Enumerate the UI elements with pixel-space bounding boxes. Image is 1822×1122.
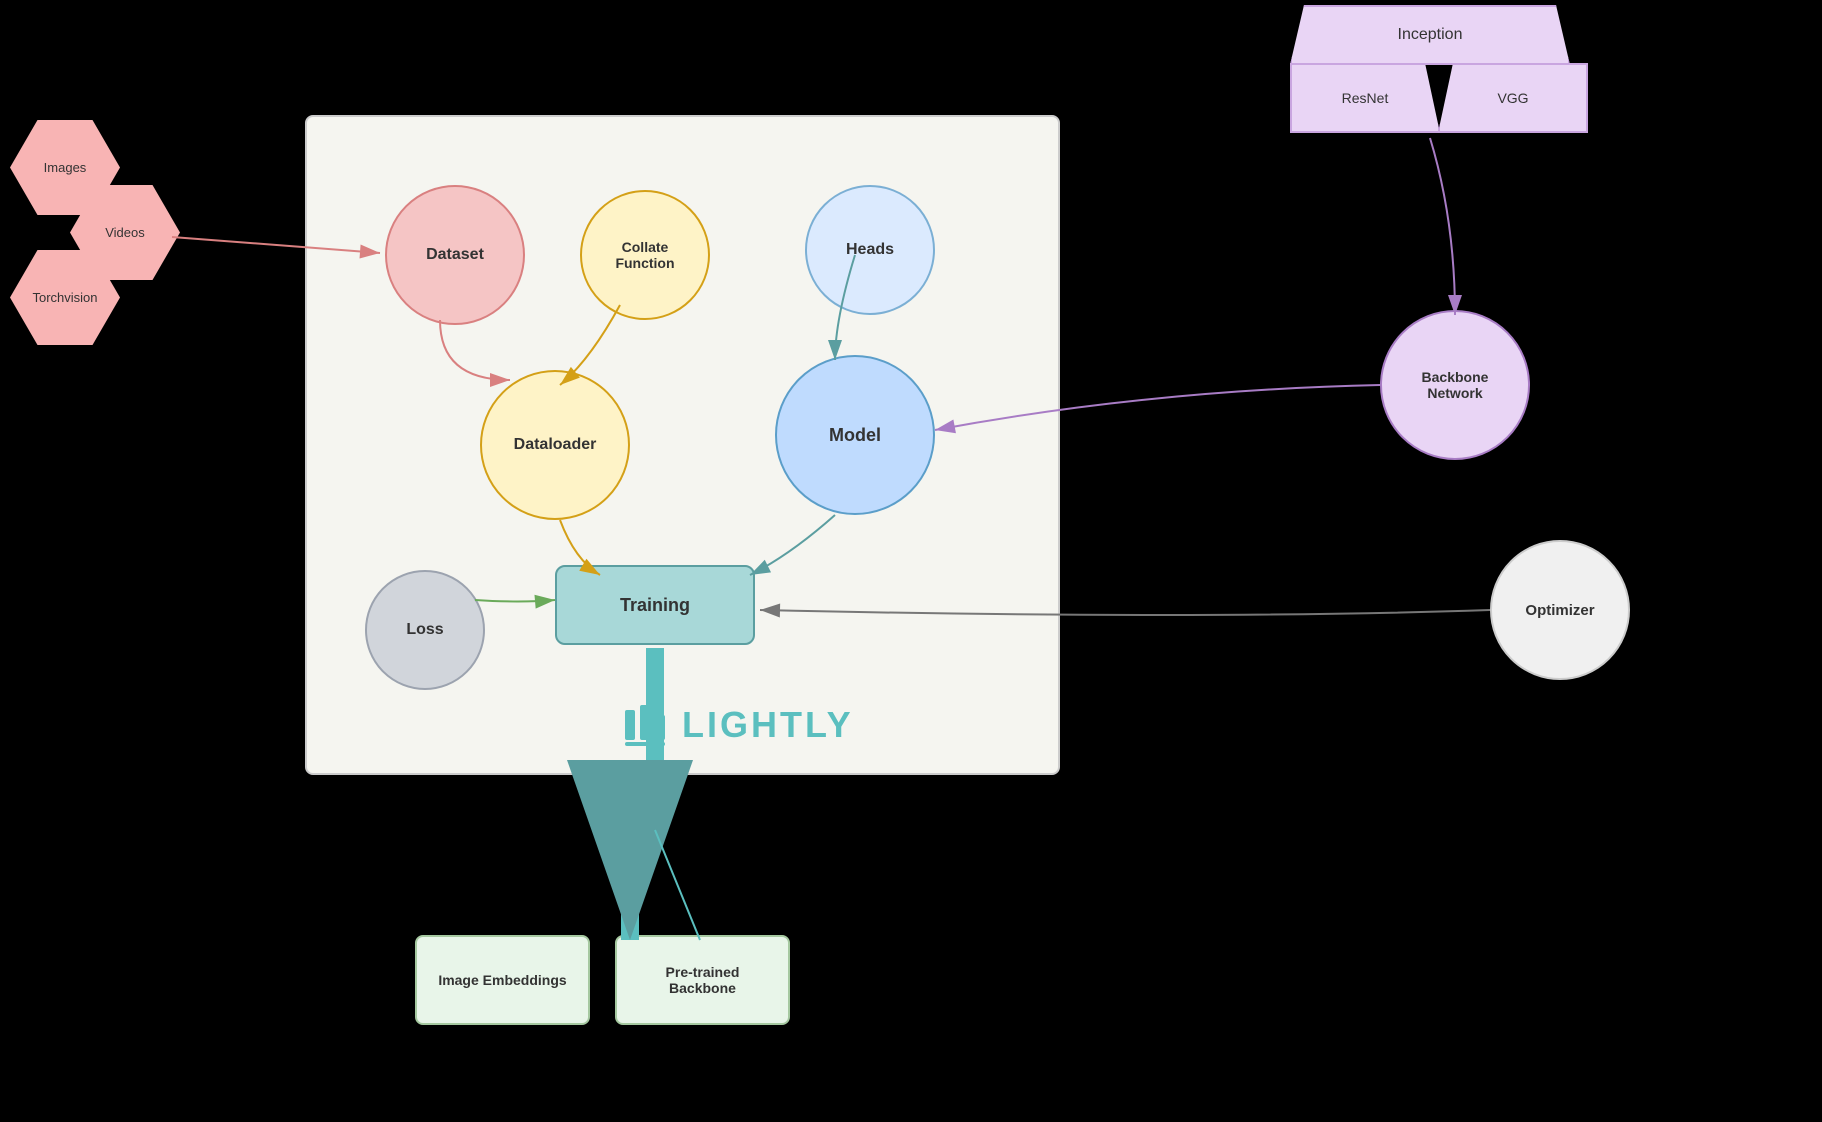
loss-circle: Loss [365, 570, 485, 690]
inception-bottom: ResNet VGG [1290, 63, 1588, 133]
heads-circle: Heads [805, 185, 935, 315]
inception-vgg: VGG [1438, 63, 1588, 133]
collate-circle: CollateFunction [580, 190, 710, 320]
pretrained-backbone-box: Pre-trainedBackbone [615, 935, 790, 1025]
inception-group: Inception ResNet VGG [1290, 5, 1588, 133]
optimizer-circle: Optimizer [1490, 540, 1630, 680]
lightly-logo: LIGHTLY [620, 700, 854, 750]
dataloader-circle: Dataloader [480, 370, 630, 520]
training-box: Training [555, 565, 755, 645]
backbone-circle: BackboneNetwork [1380, 310, 1530, 460]
lightly-icon [620, 700, 670, 750]
image-embeddings-box: Image Embeddings [415, 935, 590, 1025]
inception-resnet: ResNet [1290, 63, 1440, 133]
inception-top: Inception [1290, 5, 1570, 65]
lightly-text: LIGHTLY [682, 704, 854, 746]
model-circle: Model [775, 355, 935, 515]
dataset-circle: Dataset [385, 185, 525, 325]
